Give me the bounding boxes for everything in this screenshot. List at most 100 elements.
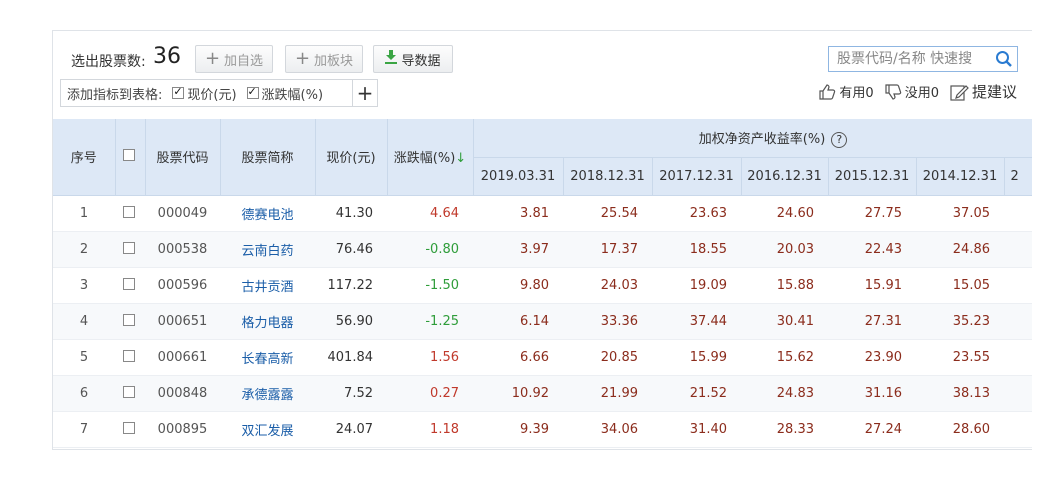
row-seq: 5: [53, 339, 115, 376]
header-change-label: 涨跌幅(%): [393, 151, 456, 167]
header-select-all[interactable]: [115, 119, 146, 196]
indicator-change-toggle[interactable]: 涨跌幅(%): [246, 84, 323, 103]
table-row[interactable]: 5 000661 长春高新 401.84 1.56 6.66 20.85 15.99 15.62…: [53, 339, 1032, 376]
table-row[interactable]: 2 000538 云南白药 76.46 -0.80 3.97 17.37 18.55 20.03…: [53, 231, 1032, 268]
table-row[interactable]: 4 000651 格力电器 56.90 -1.25 6.14 33.36 37.44 30.41…: [53, 303, 1032, 340]
table-row[interactable]: 6 000848 承德露露 7.52 0.27 10.92 21.99 21.52 24.83 3…: [53, 375, 1032, 412]
row-price: 7.52: [315, 375, 387, 412]
row-roe-value: 35.23: [916, 303, 1004, 340]
row-checkbox[interactable]: [122, 241, 135, 254]
row-stock-name-link[interactable]: 云南白药: [220, 231, 315, 268]
row-select-cell[interactable]: [115, 267, 145, 304]
header-year[interactable]: 2: [1004, 157, 1032, 196]
checkbox-checked-icon[interactable]: [246, 85, 259, 99]
row-seq: 1: [53, 195, 115, 232]
useless-button[interactable]: 没用0: [884, 82, 939, 101]
row-roe-value: 33.36: [563, 303, 652, 340]
row-price: 41.30: [315, 195, 387, 232]
header-year[interactable]: 2014.12.31: [916, 157, 1005, 196]
row-roe-overflow: [1004, 231, 1032, 268]
row-change: 4.64: [387, 195, 473, 232]
row-price: 117.22: [315, 267, 387, 304]
useful-button[interactable]: 有用0: [818, 82, 874, 101]
header-year[interactable]: 2018.12.31: [563, 157, 653, 196]
row-change: -1.25: [387, 303, 473, 340]
header-code[interactable]: 股票代码: [145, 119, 221, 196]
row-roe-value: 18.55: [652, 231, 741, 268]
row-price: 401.84: [315, 339, 387, 376]
row-checkbox[interactable]: [122, 385, 135, 398]
row-change: -0.80: [387, 231, 473, 268]
add-watchlist-button[interactable]: + 加自选: [195, 45, 273, 73]
row-roe-value: 24.83: [741, 375, 828, 412]
select-all-checkbox[interactable]: [122, 149, 135, 162]
thumbs-up-icon: [819, 83, 836, 100]
header-roe-group[interactable]: 加权净资产收益率(%)?: [473, 119, 1032, 158]
table-row[interactable]: 7 000895 双汇发展 24.07 1.18 9.39 34.06 31.40 28.33 2…: [53, 411, 1032, 448]
header-change[interactable]: 涨跌幅(%)↓: [387, 119, 474, 196]
stock-search-input[interactable]: 股票代码/名称 快速搜: [828, 46, 1018, 72]
row-checkbox[interactable]: [122, 313, 135, 326]
row-roe-value: 15.88: [741, 267, 828, 304]
row-roe-value: 3.81: [473, 195, 563, 232]
row-stock-name-link[interactable]: 古井贡酒: [220, 267, 315, 304]
header-year[interactable]: 2016.12.31: [741, 157, 829, 196]
row-stock-name-link[interactable]: 格力电器: [220, 303, 315, 340]
row-roe-overflow: [1004, 303, 1032, 340]
plus-icon: +: [204, 48, 221, 69]
table-body: 1 000049 德赛电池 41.30 4.64 3.81 25.54 23.63 24.60 2…: [53, 195, 1032, 448]
row-select-cell[interactable]: [115, 339, 145, 376]
header-seq[interactable]: 序号: [53, 119, 116, 196]
row-select-cell[interactable]: [115, 411, 145, 448]
row-stock-code: 000538: [145, 231, 220, 268]
row-seq: 2: [53, 231, 115, 268]
indicator-price-toggle[interactable]: 现价(元): [172, 84, 237, 103]
add-sector-label: 加板块: [314, 53, 354, 69]
row-checkbox[interactable]: [122, 205, 135, 218]
row-stock-name-link[interactable]: 长春高新: [220, 339, 315, 376]
row-roe-value: 38.13: [916, 375, 1004, 412]
row-stock-code: 000661: [145, 339, 220, 376]
row-roe-value: 19.09: [652, 267, 741, 304]
feedback-bar: 有用0 没用0 提建议: [818, 81, 1017, 102]
row-price: 76.46: [315, 231, 387, 268]
row-roe-overflow: [1004, 375, 1032, 412]
row-select-cell[interactable]: [115, 303, 145, 340]
row-roe-value: 34.06: [563, 411, 652, 448]
row-roe-value: 10.92: [473, 375, 563, 412]
row-roe-value: 24.03: [563, 267, 652, 304]
header-year[interactable]: 2015.12.31: [828, 157, 917, 196]
row-checkbox[interactable]: [122, 277, 135, 290]
row-roe-value: 9.80: [473, 267, 563, 304]
header-price[interactable]: 现价(元): [315, 119, 388, 196]
header-year[interactable]: 2017.12.31: [652, 157, 742, 196]
row-stock-code: 000848: [145, 375, 220, 412]
search-placeholder: 股票代码/名称 快速搜: [837, 51, 973, 67]
row-select-cell[interactable]: [115, 375, 145, 412]
row-roe-overflow: [1004, 411, 1032, 448]
header-name[interactable]: 股票简称: [220, 119, 316, 196]
checkbox-checked-icon[interactable]: [172, 85, 185, 99]
add-watchlist-label: 加自选: [224, 53, 264, 69]
header-year[interactable]: 2019.03.31: [473, 157, 564, 196]
search-icon[interactable]: [995, 50, 1013, 68]
row-select-cell[interactable]: [115, 231, 145, 268]
row-roe-value: 15.62: [741, 339, 828, 376]
row-checkbox[interactable]: [122, 421, 135, 434]
row-stock-name-link[interactable]: 双汇发展: [220, 411, 315, 448]
table-row[interactable]: 3 000596 古井贡酒 117.22 -1.50 9.80 24.03 19.09 15.8…: [53, 267, 1032, 304]
row-roe-value: 27.31: [828, 303, 916, 340]
table-row[interactable]: 1 000049 德赛电池 41.30 4.64 3.81 25.54 23.63 24.60 2…: [53, 195, 1032, 232]
row-stock-code: 000049: [145, 195, 220, 232]
row-roe-value: 27.24: [828, 411, 916, 448]
row-roe-value: 31.40: [652, 411, 741, 448]
suggest-button[interactable]: 提建议: [949, 81, 1017, 102]
row-stock-name-link[interactable]: 德赛电池: [220, 195, 315, 232]
row-stock-name-link[interactable]: 承德露露: [220, 375, 315, 412]
export-data-button[interactable]: 导数据: [373, 45, 453, 73]
add-indicator-plus-button[interactable]: +: [352, 79, 378, 107]
row-select-cell[interactable]: [115, 195, 145, 232]
help-icon[interactable]: ?: [831, 131, 848, 148]
row-checkbox[interactable]: [122, 349, 135, 362]
add-sector-button[interactable]: + 加板块: [285, 45, 363, 73]
